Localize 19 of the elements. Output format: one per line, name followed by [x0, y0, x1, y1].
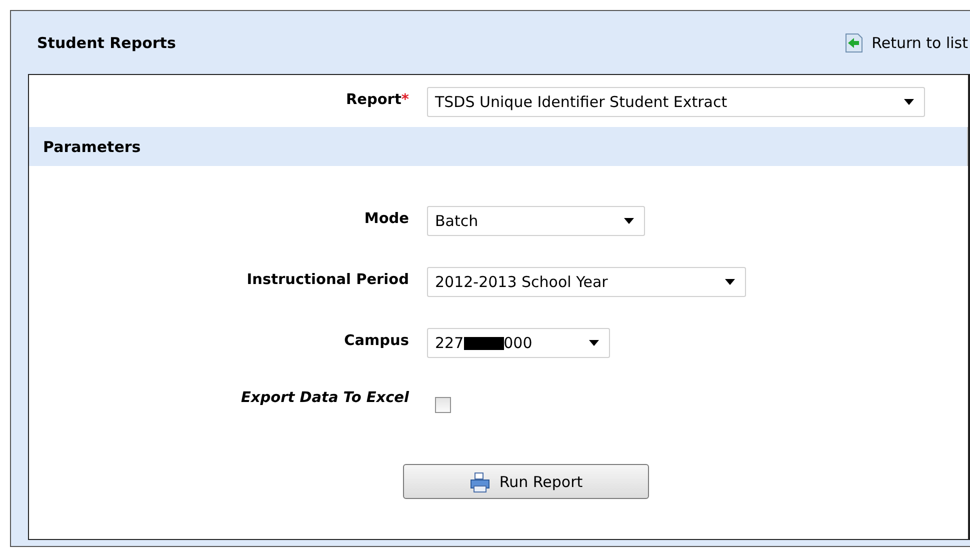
field-label: Mode — [364, 210, 409, 227]
field-label: Export Data To Excel — [240, 389, 409, 406]
caret-icon — [725, 279, 735, 285]
field-label: Campus — [344, 332, 409, 349]
caret-icon — [624, 218, 634, 224]
printer-icon — [469, 470, 492, 492]
field-label: Instructional Period — [246, 271, 409, 288]
dropdown[interactable]: 227 000 — [427, 328, 610, 358]
run-report-button[interactable]: Run Report — [403, 464, 649, 499]
return-to-list-link[interactable]: Return to list — [844, 32, 968, 52]
panel-title: Student Reports — [37, 34, 176, 52]
dropdown[interactable]: 2012-2013 School Year — [427, 267, 746, 297]
checkbox[interactable] — [435, 397, 451, 413]
field-label: Report* — [346, 91, 409, 108]
dropdown[interactable]: Batch — [427, 206, 645, 236]
caret-icon — [589, 340, 599, 346]
section-header: Parameters — [29, 127, 968, 166]
caret-icon — [904, 99, 914, 105]
dropdown[interactable]: TSDS Unique Identifier Student Extract — [427, 87, 925, 117]
